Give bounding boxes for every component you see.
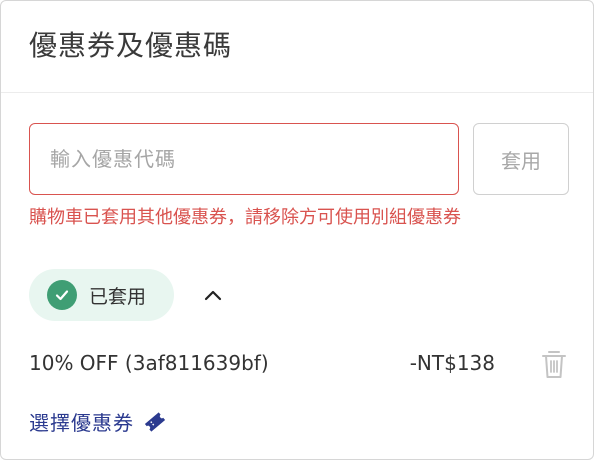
coupon-name: 10% OFF (3af811639bf) xyxy=(29,351,269,375)
panel-header: 優惠券及優惠碼 xyxy=(1,1,593,93)
coupon-form: 套用 xyxy=(29,123,569,195)
apply-button[interactable]: 套用 xyxy=(473,123,569,195)
ticket-icon xyxy=(142,409,168,435)
applied-label: 已套用 xyxy=(89,285,147,308)
trash-icon[interactable] xyxy=(539,347,569,381)
applied-coupon-row: 10% OFF (3af811639bf) -NT$138 xyxy=(29,347,569,383)
coupon-panel: 優惠券及優惠碼 套用 購物車已套用其他優惠券，請移除方可使用別組優惠券 已套用 … xyxy=(0,0,594,460)
select-coupon-link[interactable]: 選擇優惠券 xyxy=(29,407,168,436)
coupon-code-input[interactable] xyxy=(29,123,459,195)
chevron-up-icon[interactable] xyxy=(198,280,228,310)
coupon-discount-amount: -NT$138 xyxy=(409,351,495,375)
applied-status-row: 已套用 xyxy=(29,269,228,321)
check-icon xyxy=(47,280,77,310)
applied-badge: 已套用 xyxy=(29,269,175,321)
select-coupon-label: 選擇優惠券 xyxy=(29,411,134,435)
panel-title: 優惠券及優惠碼 xyxy=(29,28,233,62)
error-message: 購物車已套用其他優惠券，請移除方可使用別組優惠券 xyxy=(29,207,461,228)
